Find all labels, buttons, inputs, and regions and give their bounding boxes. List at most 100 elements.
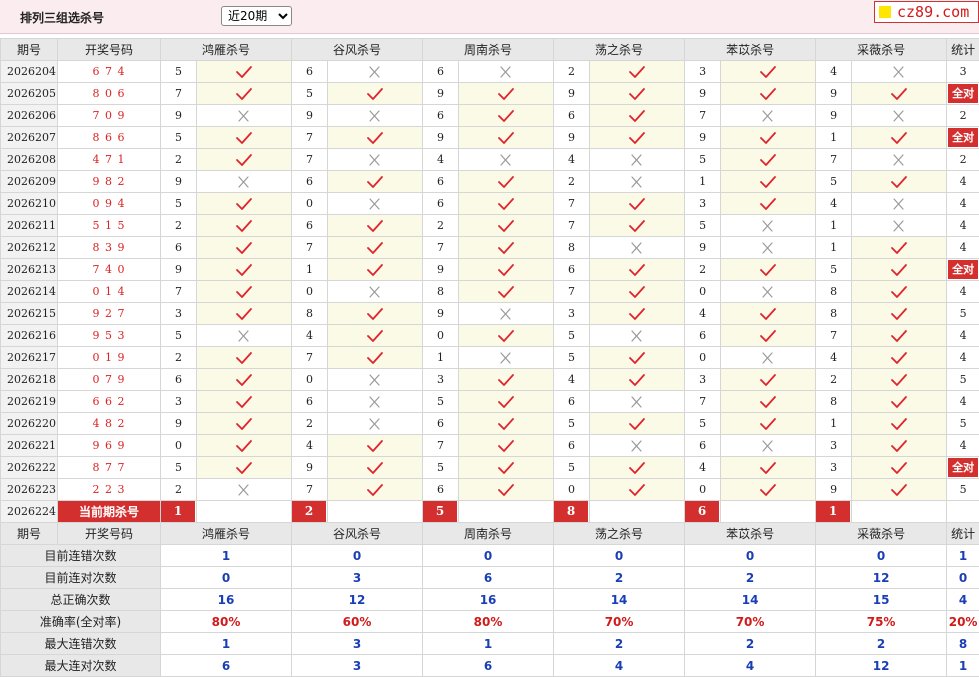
check-icon <box>760 307 776 320</box>
period-range-select[interactable]: 近20期 <box>221 6 292 26</box>
result-mark-cell <box>589 192 686 215</box>
check-icon <box>367 439 383 452</box>
table-row: 2026210 0 9 4 5 0 6 7 3 4 4 <box>0 192 979 215</box>
period-cell: 2026210 <box>0 192 58 215</box>
kill-number-cell: 1 <box>815 236 853 259</box>
stat-value: 4 <box>959 175 967 188</box>
check-icon <box>629 263 645 276</box>
result-mark-cell <box>458 478 555 501</box>
check-icon <box>760 417 776 430</box>
check-icon <box>367 351 383 364</box>
summary-value: 3 <box>291 566 424 589</box>
kill-number-cell: 0 <box>291 280 329 303</box>
stat-value: 3 <box>959 65 967 78</box>
col-expert-header: 周南杀号 <box>422 522 555 545</box>
check-icon <box>498 329 514 342</box>
period-cell: 2026204 <box>0 60 58 83</box>
draw-number-cell: 2 2 3 <box>57 478 161 501</box>
cross-icon <box>238 109 249 122</box>
summary-value: 14 <box>553 588 686 611</box>
kill-number-cell: 9 <box>291 456 329 479</box>
cross-icon <box>893 153 904 166</box>
kill-number-cell: 9 <box>815 82 853 105</box>
kill-number-cell: 7 <box>291 236 329 259</box>
result-mark-cell <box>720 104 817 127</box>
cross-icon <box>369 417 380 430</box>
cross-icon <box>369 395 380 408</box>
result-mark-cell <box>195 324 293 347</box>
stat-value: 4 <box>959 329 967 342</box>
stat-cell: 5 <box>946 368 979 391</box>
cross-icon <box>762 351 773 364</box>
kill-number-cell: 5 <box>815 170 853 193</box>
result-mark-cell <box>589 280 686 303</box>
cross-icon <box>893 197 904 210</box>
period-cell: 2026216 <box>0 324 58 347</box>
logo-text: cz89.com <box>897 3 970 21</box>
stat-cell: 3 <box>946 60 979 83</box>
cross-icon <box>369 373 380 386</box>
summary-value: 14 <box>684 588 817 611</box>
result-mark-cell <box>327 258 424 281</box>
col-expert-header: 鸿雁杀号 <box>159 38 293 61</box>
check-icon <box>498 373 514 386</box>
current-empty-cell <box>195 500 293 523</box>
col-expert-header: 谷风杀号 <box>291 522 424 545</box>
kill-number-cell: 6 <box>422 192 460 215</box>
result-mark-cell <box>195 82 293 105</box>
check-icon <box>629 87 645 100</box>
stat-cell: 2 <box>946 148 979 171</box>
result-mark-cell <box>195 170 293 193</box>
kill-number-cell: 2 <box>815 368 853 391</box>
stat-value: 4 <box>959 285 967 298</box>
draw-number-cell: 0 7 9 <box>57 368 161 391</box>
table-row: 2026207 8 6 6 5 7 9 9 9 1 全对 <box>0 126 979 149</box>
col-expert-header: 鸿雁杀号 <box>159 522 293 545</box>
result-mark-cell <box>458 214 555 237</box>
draw-number: 6 7 4 <box>92 65 126 78</box>
current-kill-cell: 1 <box>160 500 197 523</box>
stat-value: 4 <box>959 197 967 210</box>
result-mark-cell <box>327 324 424 347</box>
current-kill-number: 5 <box>423 501 458 522</box>
table-row: 2026215 9 2 7 3 8 9 3 4 8 5 <box>0 302 979 325</box>
kill-number-cell: 6 <box>291 60 329 83</box>
kill-number-cell: 6 <box>684 324 722 347</box>
result-mark-cell <box>720 170 817 193</box>
result-mark-cell <box>195 214 293 237</box>
summary-label: 目前连错次数 <box>0 544 161 567</box>
kill-number-cell: 8 <box>422 280 460 303</box>
check-icon <box>891 351 907 364</box>
summary-value: 4 <box>553 654 686 677</box>
result-mark-cell <box>195 390 293 413</box>
kill-number-cell: 9 <box>684 236 722 259</box>
draw-number: 8 3 9 <box>92 241 126 254</box>
check-icon <box>498 219 514 232</box>
stat-value: 4 <box>959 351 967 364</box>
logo-square-icon <box>879 6 891 18</box>
kill-number-cell: 0 <box>291 368 329 391</box>
summary-value: 8 <box>946 632 979 655</box>
cross-icon <box>631 175 642 188</box>
cross-icon <box>500 351 511 364</box>
current-kill-cell: 2 <box>291 500 329 523</box>
kill-number-cell: 7 <box>291 346 329 369</box>
check-icon <box>367 87 383 100</box>
summary-value: 16 <box>159 588 293 611</box>
summary-row: 最大连错次数 1 3 1 2 2 2 8 <box>0 632 979 655</box>
result-mark-cell <box>195 412 293 435</box>
all-correct-badge: 全对 <box>948 128 979 147</box>
all-correct-badge: 全对 <box>948 458 979 477</box>
check-icon <box>236 395 252 408</box>
summary-value: 6 <box>159 654 293 677</box>
result-mark-cell <box>589 456 686 479</box>
kill-number-cell: 7 <box>422 236 460 259</box>
kill-number-cell: 6 <box>553 434 591 457</box>
check-icon <box>498 263 514 276</box>
result-mark-cell <box>327 412 424 435</box>
summary-value: 70% <box>684 610 817 633</box>
result-mark-cell <box>720 346 817 369</box>
result-mark-cell <box>327 280 424 303</box>
summary-value: 70% <box>553 610 686 633</box>
site-logo[interactable]: cz89.com <box>874 1 979 23</box>
